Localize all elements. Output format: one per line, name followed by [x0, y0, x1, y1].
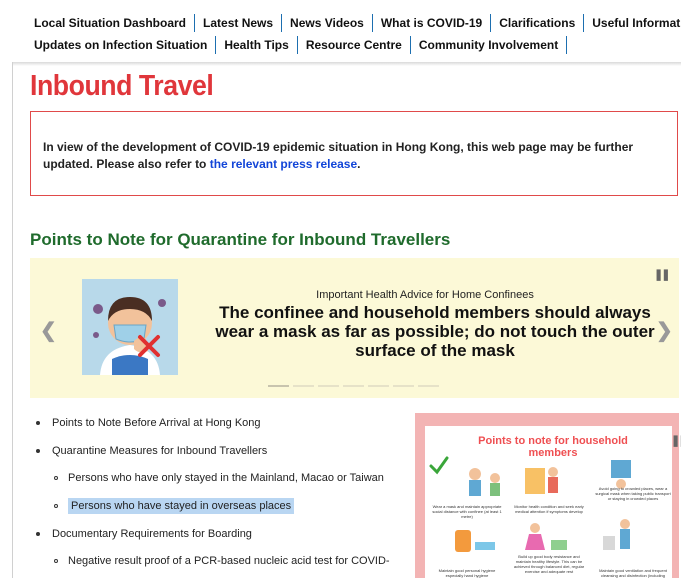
nav-item-health-tips[interactable]: Health Tips — [216, 36, 298, 54]
poster-pause-icon[interactable]: ❚❚ — [671, 434, 681, 447]
nav-item-what-is-covid[interactable]: What is COVID-19 — [373, 14, 492, 32]
poster-tip-3: Avoid going to crowded places, wear a su… — [595, 486, 671, 501]
nav-item-resource-centre[interactable]: Resource Centre — [298, 36, 411, 54]
content-left-border — [12, 62, 13, 578]
section-title: Points to Note for Quarantine for Inboun… — [30, 230, 451, 249]
carousel-dot[interactable] — [268, 385, 289, 387]
poster-tip-4: Maintain good personal hygiene especiall… — [438, 568, 496, 578]
list-item-selected[interactable]: Persons who have stayed in overseas plac… — [54, 498, 295, 514]
header-divider — [12, 62, 681, 66]
poster-tip-1: Wear a mask and maintain appropriate soc… — [432, 504, 502, 519]
page-title: Inbound Travel — [30, 70, 214, 102]
carousel-dot[interactable] — [318, 385, 339, 387]
list-item[interactable]: Points to Note Before Arrival at Hong Ko… — [36, 417, 261, 429]
carousel-dot[interactable] — [368, 385, 389, 387]
carousel-indicators — [268, 385, 439, 387]
list-item[interactable]: Negative result proof of a PCR-based nuc… — [54, 555, 390, 567]
poster-tip-2: Monitor health condition and seek early … — [514, 504, 584, 514]
carousel-dot[interactable] — [343, 385, 364, 387]
poster-tip-6: Maintain good ventilation and frequent c… — [599, 568, 667, 578]
list-item[interactable]: Documentary Requirements for Boarding — [36, 528, 252, 540]
carousel-headline: The confinee and household members shoul… — [215, 303, 655, 360]
nav-item-latest-news[interactable]: Latest News — [195, 14, 283, 32]
nav-row-1: Local Situation Dashboard Latest News Ne… — [28, 12, 681, 34]
carousel-pause-icon[interactable]: ❚❚ — [654, 268, 671, 281]
carousel-dot[interactable] — [293, 385, 314, 387]
nav-row-2: Updates on Infection Situation Health Ti… — [28, 34, 668, 56]
update-notice-box: In view of the development of COVID-19 e… — [30, 111, 678, 196]
nav-item-clarifications[interactable]: Clarifications — [491, 14, 585, 32]
list-item[interactable]: Persons who have only stayed in the Main… — [54, 472, 384, 484]
carousel-dot[interactable] — [418, 385, 439, 387]
carousel-subtitle: Important Health Advice for Home Confine… — [316, 289, 534, 301]
carousel-dot[interactable] — [393, 385, 414, 387]
mask-illustration — [82, 279, 178, 375]
press-release-link[interactable]: the relevant press release — [210, 157, 357, 171]
household-poster-carousel[interactable]: Points to note for household members ❚❚ … — [415, 413, 681, 578]
health-advice-carousel: ❮ Important Health Advice for Home Confi… — [30, 258, 679, 398]
list-item[interactable]: Quarantine Measures for Inbound Travelle… — [36, 445, 267, 457]
notice-end: . — [357, 157, 361, 171]
poster-card: Points to note for household members ❚❚ … — [425, 426, 681, 578]
nav-item-local-situation-dashboard[interactable]: Local Situation Dashboard — [28, 14, 196, 32]
nav-item-updates-infection[interactable]: Updates on Infection Situation — [28, 36, 217, 54]
top-navigation: Local Situation Dashboard Latest News Ne… — [28, 12, 681, 56]
carousel-prev-icon[interactable]: ❮ — [40, 318, 57, 343]
nav-item-news-videos[interactable]: News Videos — [282, 14, 373, 32]
nav-item-useful-information[interactable]: Useful Information — [584, 14, 681, 32]
poster-tip-5: Build up good body resistance and mainta… — [513, 554, 585, 574]
carousel-next-icon[interactable]: ❯ — [656, 318, 673, 343]
nav-item-community-involvement[interactable]: Community Involvement — [411, 36, 568, 54]
